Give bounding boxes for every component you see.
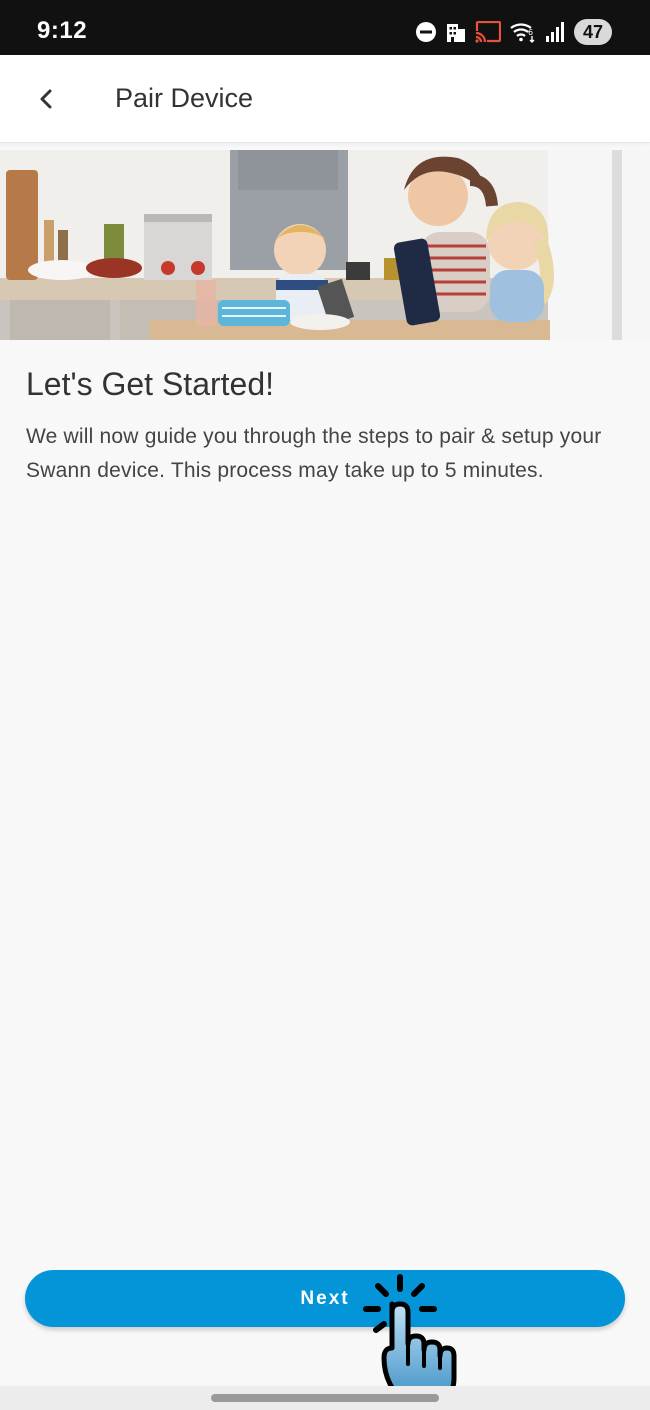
status-bar: 9:12 6 47: [0, 0, 650, 55]
family-kitchen-illustration: [0, 150, 650, 340]
status-icons: 6 47: [415, 18, 612, 46]
next-button-label: Next: [300, 1287, 350, 1309]
svg-text:6: 6: [528, 28, 533, 37]
wifi-6-icon: 6: [510, 23, 535, 43]
back-button[interactable]: [24, 77, 68, 121]
next-button[interactable]: Next: [25, 1270, 625, 1327]
tap-hand-icon: [363, 1274, 457, 1400]
battery-icon: 47: [574, 19, 612, 45]
page-title: Pair Device: [115, 83, 254, 113]
building-icon: [447, 24, 465, 42]
battery-level: 47: [582, 21, 604, 42]
status-time: 9:12: [37, 17, 88, 44]
signal-icon: [546, 22, 564, 42]
hero-image: [0, 150, 650, 340]
do-not-disturb-icon: [416, 22, 436, 42]
cast-icon: [475, 21, 501, 43]
description-text: We will now guide you through the steps …: [26, 425, 602, 482]
app-bar: Pair Device: [0, 55, 650, 143]
chevron-left-icon: [40, 89, 52, 109]
heading: Let's Get Started!: [26, 366, 275, 402]
home-gesture-handle[interactable]: [211, 1394, 439, 1402]
